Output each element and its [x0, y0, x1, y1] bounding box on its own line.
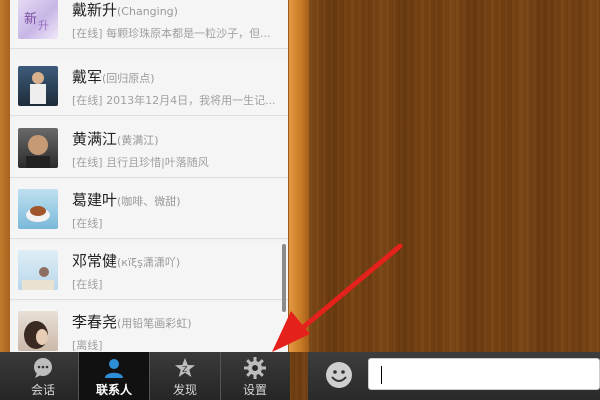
nav-settings[interactable]: 设置 [220, 352, 290, 400]
contact-nickname: (用铅笔画彩虹) [117, 317, 192, 330]
contact-nickname: (咖啡、微甜) [117, 195, 181, 208]
smiley-icon[interactable] [324, 360, 354, 390]
chat-input-bar [308, 352, 600, 400]
avatar: 新 升 [18, 0, 58, 39]
avatar-image [30, 72, 46, 104]
contact-nickname: (黄满江) [117, 134, 159, 147]
contact-status: [在线] 且行且珍惜|叶落随风 [72, 156, 209, 169]
chat-bubble-icon [34, 358, 52, 378]
contact-list[interactable]: 新 升 戴新升(Changing) [在线] 每颗珍珠原本都是一粒沙子，但...… [10, 0, 288, 352]
text-cursor [381, 366, 382, 384]
nav-discover-label: 发现 [172, 383, 197, 397]
contact-name: 黄满江(黄满江) [72, 130, 159, 148]
nav-settings-label: 设置 [242, 383, 267, 397]
nav-contacts-label: 联系人 [95, 383, 132, 397]
scrollbar-thumb[interactable] [282, 244, 286, 312]
svg-text:Z: Z [182, 365, 188, 374]
avatar-image: 新 升 [24, 11, 49, 32]
contact-nickname: (Changing) [117, 5, 178, 18]
avatar-image [22, 267, 54, 290]
contact-status: [离线] [72, 339, 103, 352]
avatar-image [26, 135, 50, 168]
avatar [18, 66, 58, 106]
bottom-nav: 会话 联系人 Z 发现 设置 [0, 352, 290, 400]
contact-row[interactable]: 邓常健(кïξş潇潇吖) [在线] [10, 242, 288, 300]
svg-text:新: 新 [24, 11, 37, 27]
nav-discover[interactable]: Z 发现 [150, 352, 220, 400]
contact-name: 戴新升(Changing) [72, 1, 178, 19]
panel-wood-border [288, 0, 309, 352]
left-wood-border [0, 0, 10, 352]
nav-chat[interactable]: 会话 [8, 352, 78, 400]
svg-text:升: 升 [38, 19, 49, 32]
avatar-image [26, 206, 50, 222]
contact-status: [在线] 每颗珍珠原本都是一粒沙子，但... [72, 27, 271, 40]
avatar [18, 250, 58, 290]
avatar [18, 189, 58, 229]
message-input[interactable] [368, 358, 600, 390]
contact-row[interactable]: 黄满江(黄满江) [在线] 且行且珍惜|叶落随风 [10, 120, 288, 178]
avatar [18, 311, 58, 351]
contact-row[interactable]: 李春尧(用铅笔画彩虹) [离线] [10, 303, 288, 352]
contact-name: 李春尧(用铅笔画彩虹) [72, 313, 192, 331]
contact-status: [在线] 2013年12月4日，我将用一生记... [72, 94, 276, 107]
contact-status: [在线] [72, 217, 103, 230]
contact-row[interactable]: 新 升 戴新升(Changing) [在线] 每颗珍珠原本都是一粒沙子，但... [10, 0, 288, 49]
contact-name: 戴军(回归原点) [72, 68, 155, 86]
gear-icon [244, 357, 266, 379]
contact-nickname: (кïξş潇潇吖) [117, 256, 181, 269]
avatar [18, 128, 58, 168]
contact-status: [在线] [72, 278, 103, 291]
nav-contacts[interactable]: 联系人 [79, 352, 149, 400]
contact-row[interactable]: 葛建叶(咖啡、微甜) [在线] [10, 181, 288, 239]
contact-name: 葛建叶(咖啡、微甜) [72, 191, 181, 209]
star-icon: Z [175, 358, 195, 377]
contact-row[interactable]: 戴军(回归原点) [在线] 2013年12月4日，我将用一生记... [10, 58, 288, 116]
contact-name: 邓常健(кïξş潇潇吖) [72, 252, 181, 270]
avatar-image [24, 321, 48, 349]
nav-chat-label: 会话 [30, 383, 55, 397]
person-icon [105, 359, 123, 378]
contact-nickname: (回归原点) [102, 72, 155, 85]
